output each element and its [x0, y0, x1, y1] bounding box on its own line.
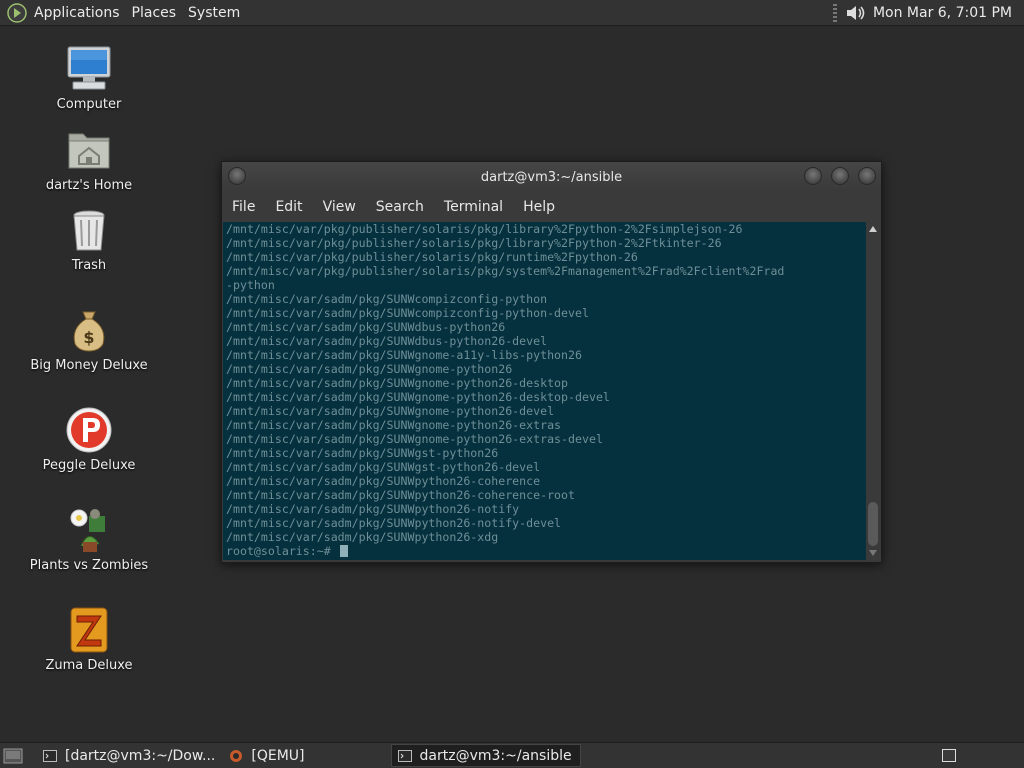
terminal-line: /mnt/misc/var/sadm/pkg/SUNWpython26-cohe…	[226, 488, 576, 502]
terminal-line: /mnt/misc/var/sadm/pkg/SUNWgnome-python2…	[226, 390, 610, 404]
menu-file[interactable]: File	[222, 199, 265, 215]
window-title: dartz@vm3:~/ansible	[480, 170, 623, 185]
gnome-foot-icon[interactable]	[6, 2, 28, 24]
desktop-icon-plants-vs-zombies[interactable]: Plants vs Zombies	[29, 506, 149, 573]
terminal-line: /mnt/misc/var/sadm/pkg/SUNWpython26-cohe…	[226, 474, 541, 488]
desktop-icon-big-money[interactable]: $ Big Money Deluxe	[29, 306, 149, 373]
terminal-line: /mnt/misc/var/pkg/publisher/solaris/pkg/…	[226, 250, 638, 264]
minimize-button[interactable]	[804, 167, 822, 185]
desktop-icon-home[interactable]: dartz's Home	[29, 126, 149, 193]
terminal-cursor	[339, 545, 348, 557]
zuma-icon	[70, 607, 108, 653]
terminal-line: /mnt/misc/var/sadm/pkg/SUNWgnome-python2…	[226, 404, 555, 418]
terminal-line: /mnt/misc/var/pkg/publisher/solaris/pkg/…	[226, 264, 785, 278]
show-desktop-icon[interactable]	[3, 747, 25, 765]
window-titlebar[interactable]: dartz@vm3:~/ansible	[222, 162, 881, 193]
clock[interactable]: Mon Mar 6, 7:01 PM	[867, 5, 1024, 21]
scroll-up-arrow-icon[interactable]	[869, 226, 877, 232]
trash-icon	[73, 210, 105, 251]
terminal-prompt-line[interactable]: root@solaris:~#	[226, 544, 866, 558]
top-panel: Applications Places System Mon Mar 6, 7:…	[0, 0, 1024, 26]
plants-vs-zombies-icon	[70, 509, 105, 552]
terminal-menubar: File Edit View Search Terminal Help	[222, 193, 881, 221]
menu-terminal[interactable]: Terminal	[434, 199, 513, 215]
money-bag-icon: $	[73, 311, 105, 352]
terminal-window[interactable]: dartz@vm3:~/ansible File Edit View Searc…	[221, 161, 882, 563]
desktop-icon-zuma[interactable]: Zuma Deluxe	[29, 606, 149, 673]
home-folder-icon	[68, 133, 110, 169]
menu-help[interactable]: Help	[513, 199, 565, 215]
terminal-line: /mnt/misc/var/pkg/publisher/solaris/pkg/…	[226, 222, 743, 236]
desktop-icon-label: Big Money Deluxe	[30, 358, 148, 373]
terminal-line: /mnt/misc/var/sadm/pkg/SUNWgst-python26	[226, 446, 499, 460]
panel-grip	[832, 3, 837, 22]
scrollbar-thumb[interactable]	[868, 502, 878, 546]
desktop-icon-label: Trash	[71, 258, 107, 273]
menu-applications[interactable]: Applications	[28, 5, 126, 21]
terminal-prompt: root@solaris:~#	[226, 544, 338, 558]
terminal-icon	[43, 749, 57, 762]
desktop-icon-label: Peggle Deluxe	[42, 458, 136, 473]
svg-text:$: $	[83, 328, 94, 347]
maximize-button[interactable]	[831, 167, 849, 185]
computer-icon	[67, 46, 111, 90]
top-panel-tray: Mon Mar 6, 7:01 PM	[832, 0, 1024, 25]
terminal-screen[interactable]: /mnt/misc/var/pkg/publisher/solaris/pkg/…	[223, 222, 866, 560]
terminal-line: /mnt/misc/var/sadm/pkg/SUNWgnome-python2…	[226, 432, 603, 446]
menu-places[interactable]: Places	[126, 5, 183, 21]
terminal-icon	[397, 749, 412, 762]
terminal-line: /mnt/misc/var/sadm/pkg/SUNWdbus-python26…	[226, 334, 548, 348]
menu-system[interactable]: System	[182, 5, 246, 21]
menu-view[interactable]: View	[313, 199, 366, 215]
taskbar-label: [dartz@vm3:~/Dow...	[65, 747, 216, 764]
taskbar-item-qemu[interactable]: [QEMU]	[223, 745, 312, 766]
terminal-line: /mnt/misc/var/pkg/publisher/solaris/pkg/…	[226, 236, 722, 250]
taskbar-label: [QEMU]	[251, 747, 305, 764]
terminal-line: /mnt/misc/var/sadm/pkg/SUNWcompizconfig-…	[226, 292, 548, 306]
scroll-down-arrow-icon[interactable]	[869, 550, 877, 556]
qemu-icon	[230, 749, 243, 762]
terminal-line: /mnt/misc/var/sadm/pkg/SUNWdbus-python26	[226, 320, 506, 334]
terminal-line: /mnt/misc/var/sadm/pkg/SUNWpython26-xdg	[226, 530, 499, 544]
terminal-line: /mnt/misc/var/sadm/pkg/SUNWgnome-python2…	[226, 376, 569, 390]
terminal-line: /mnt/misc/var/sadm/pkg/SUNWgnome-a11y-li…	[226, 348, 582, 362]
desktop-icon-computer[interactable]: Computer	[29, 45, 149, 112]
taskbar-item-downloads-terminal[interactable]: [dartz@vm3:~/Dow...	[37, 745, 223, 766]
desktop-icon-trash[interactable]: Trash	[29, 206, 149, 273]
desktop-icon-peggle[interactable]: Peggle Deluxe	[29, 406, 149, 473]
terminal-line: /mnt/misc/var/sadm/pkg/SUNWpython26-noti…	[226, 516, 562, 530]
terminal-line: /mnt/misc/var/sadm/pkg/SUNWpython26-noti…	[226, 502, 520, 516]
terminal-line: /mnt/misc/var/sadm/pkg/SUNWgnome-python2…	[226, 418, 562, 432]
terminal-line: /mnt/misc/var/sadm/pkg/SUNWgnome-python2…	[226, 362, 513, 376]
desktop-icon-label: Computer	[56, 97, 122, 112]
taskbar-item-ansible-terminal[interactable]: dartz@vm3:~/ansible	[390, 744, 581, 767]
bottom-panel: [dartz@vm3:~/Dow... [QEMU] dartz@vm3:~/a…	[0, 742, 1024, 768]
terminal-scrollbar[interactable]	[867, 222, 879, 560]
terminal-line: /mnt/misc/var/sadm/pkg/SUNWcompizconfig-…	[226, 306, 589, 320]
menu-edit[interactable]: Edit	[265, 199, 312, 215]
menu-search[interactable]: Search	[366, 199, 434, 215]
workspace-switcher[interactable]	[942, 749, 956, 762]
close-button[interactable]	[858, 167, 876, 185]
speaker-icon[interactable]	[845, 3, 867, 23]
peggle-icon	[66, 407, 112, 453]
terminal-line: /mnt/misc/var/sadm/pkg/SUNWgst-python26-…	[226, 460, 541, 474]
terminal-line: -python	[226, 278, 275, 292]
taskbar-label: dartz@vm3:~/ansible	[419, 747, 572, 764]
desktop-icon-label: dartz's Home	[45, 178, 133, 193]
desktop-icon-label: Plants vs Zombies	[29, 558, 149, 573]
window-menu-button[interactable]	[228, 167, 246, 185]
desktop-icon-label: Zuma Deluxe	[45, 658, 133, 673]
